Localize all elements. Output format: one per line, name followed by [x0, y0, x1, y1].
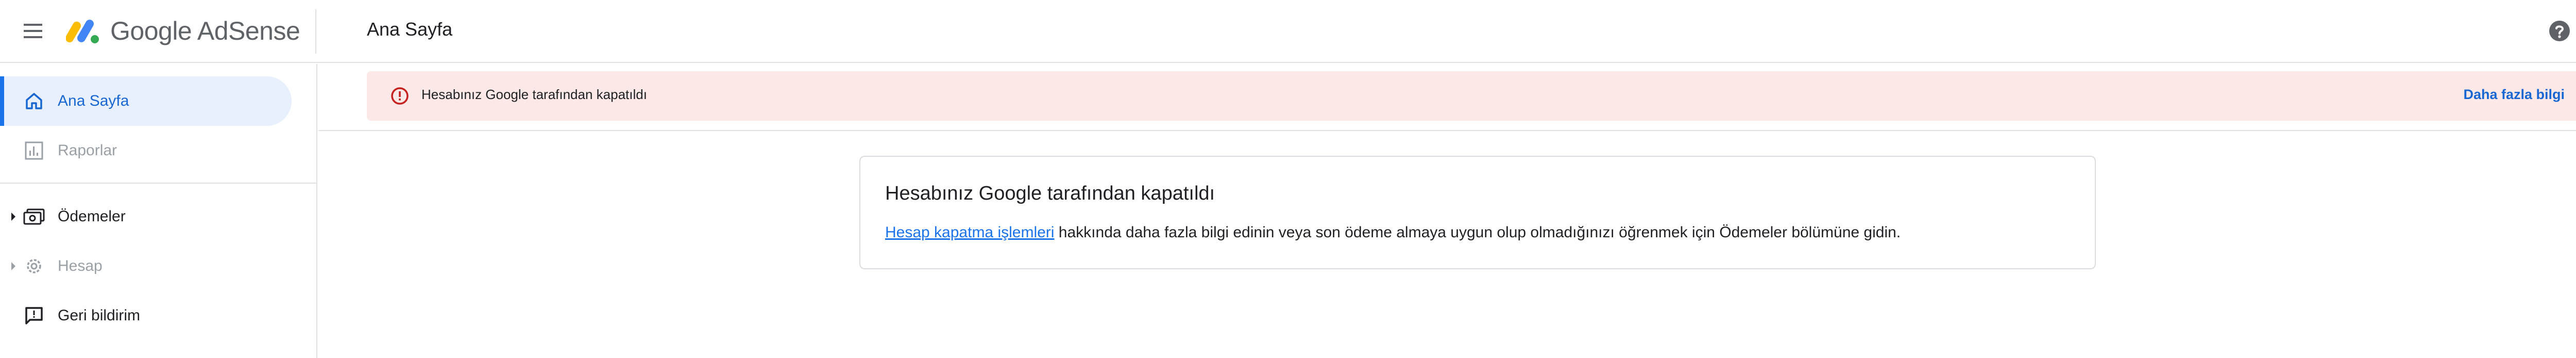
top-app-bar: Google AdSense Ana Sayfa — [0, 0, 2576, 63]
sidebar-item-label: Ana Sayfa — [58, 92, 129, 109]
sidebar-item-home[interactable]: Ana Sayfa — [0, 76, 292, 126]
account-closure-link[interactable]: Hesap kapatma işlemleri — [885, 224, 1054, 241]
payments-icon — [23, 205, 45, 228]
learn-more-link[interactable]: Daha fazla bilgi — [2463, 87, 2565, 103]
alert-message: Hesabınız Google tarafından kapatıldı — [421, 87, 647, 102]
expand-caret-icon[interactable] — [11, 213, 15, 221]
adsense-logo[interactable]: Google AdSense — [66, 14, 300, 47]
adsense-logo-icon — [66, 20, 99, 43]
sidebar-item-label: Geri bildirim — [58, 307, 141, 324]
account-closed-alert: Hesabınız Google tarafından kapatıldı Da… — [367, 71, 2576, 121]
sidebar-item-account[interactable]: Hesap — [0, 241, 292, 291]
card-body: Hesap kapatma işlemleri hakkında daha fa… — [885, 224, 1901, 241]
sidebar-item-feedback[interactable]: Geri bildirim — [0, 291, 292, 340]
bar-chart-icon — [23, 139, 45, 162]
sidebar-item-payments[interactable]: Ödemeler — [0, 192, 292, 241]
header-divider — [315, 9, 316, 54]
sidebar-divider — [0, 183, 317, 184]
account-closed-card: Hesabınız Google tarafından kapatıldı He… — [859, 156, 2096, 269]
page-title: Ana Sayfa — [367, 19, 453, 40]
sidebar-item-label: Ödemeler — [58, 208, 126, 225]
feedback-icon — [23, 304, 45, 327]
help-icon — [2549, 21, 2570, 41]
sidebar-nav: Ana Sayfa Raporlar Ödemeler Hesap Geri b… — [0, 64, 317, 358]
hamburger-menu-icon — [24, 24, 42, 38]
expand-caret-icon[interactable] — [11, 262, 15, 270]
sidebar-item-label: Raporlar — [58, 142, 117, 159]
alert-banner-region: Hesabınız Google tarafından kapatıldı Da… — [318, 64, 2576, 131]
help-button[interactable] — [2547, 19, 2572, 43]
card-title: Hesabınız Google tarafından kapatıldı — [885, 183, 1215, 204]
sidebar-item-label: Hesap — [58, 257, 103, 274]
sidebar-item-reports[interactable]: Raporlar — [0, 126, 292, 175]
card-body-text: hakkında daha fazla bilgi edinin veya so… — [1054, 224, 1901, 241]
logo-text: Google AdSense — [110, 17, 300, 45]
error-icon — [389, 86, 410, 106]
home-icon — [23, 90, 45, 112]
gear-icon — [23, 255, 45, 278]
main-menu-button[interactable] — [21, 19, 45, 43]
